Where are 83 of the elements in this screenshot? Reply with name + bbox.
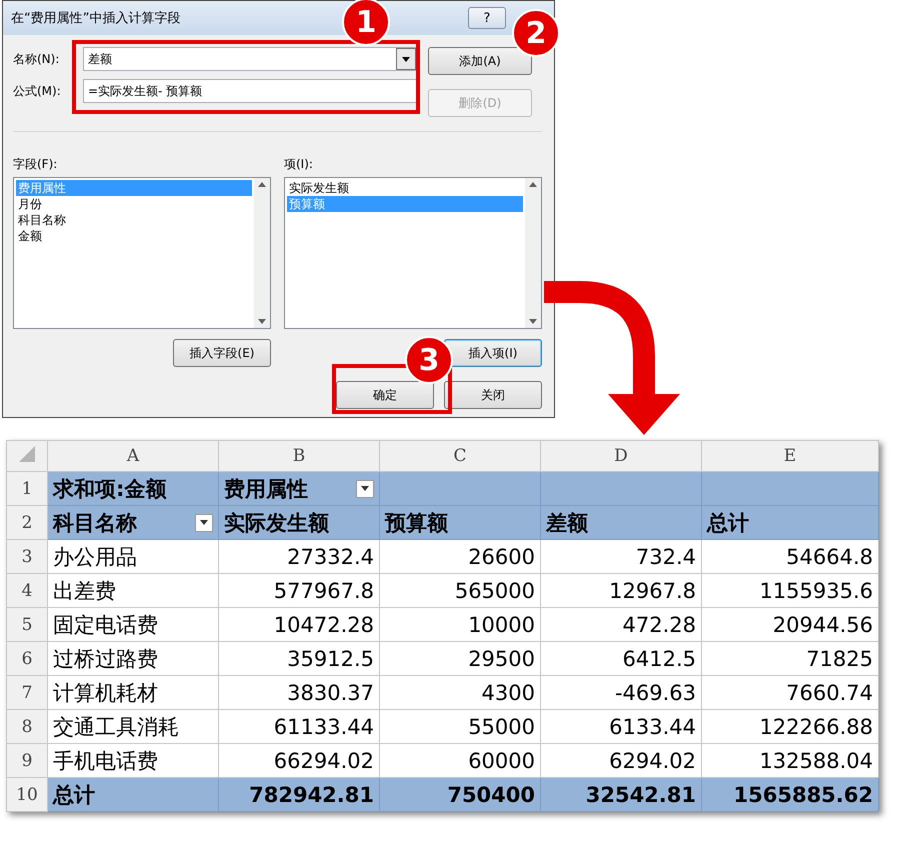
table-cell: 35912.5 bbox=[218, 642, 380, 676]
table-cell: 固定电话费 bbox=[48, 608, 218, 642]
table-cell: 过桥过路费 bbox=[48, 642, 218, 676]
formula-label: 公式(M): bbox=[13, 82, 62, 100]
table-cell: 577967.8 bbox=[218, 574, 380, 608]
list-item[interactable]: 月份 bbox=[16, 196, 252, 212]
table-cell: 472.28 bbox=[540, 608, 702, 642]
header-text: 科目名称 bbox=[53, 510, 137, 536]
scroll-up-arrow-icon[interactable] bbox=[529, 182, 537, 187]
row-header[interactable]: 6 bbox=[6, 642, 48, 676]
total-cell: 32542.81 bbox=[540, 778, 702, 812]
row-header[interactable]: 8 bbox=[6, 710, 48, 744]
row-header[interactable]: 9 bbox=[6, 744, 48, 778]
table-cell: 122266.88 bbox=[702, 710, 878, 744]
list-item[interactable]: 实际发生额 bbox=[287, 180, 523, 196]
row-header[interactable]: 5 bbox=[6, 608, 48, 642]
table-cell: 7660.74 bbox=[702, 676, 878, 710]
header-text: 求和项:金额 bbox=[53, 476, 166, 502]
column-header[interactable]: D bbox=[540, 440, 702, 472]
total-cell: 782942.81 bbox=[218, 778, 380, 812]
table-cell: 54664.8 bbox=[702, 540, 878, 574]
table-cell: 10472.28 bbox=[218, 608, 380, 642]
table-cell: 1155935.6 bbox=[702, 574, 878, 608]
help-button[interactable]: ? bbox=[468, 7, 506, 29]
total-cell: 总计 bbox=[48, 778, 218, 812]
column-header[interactable]: C bbox=[380, 440, 540, 472]
table-cell: 61133.44 bbox=[218, 710, 380, 744]
header-text: 实际发生额 bbox=[224, 510, 329, 536]
row-header[interactable]: 3 bbox=[6, 540, 48, 574]
table-cell: 3830.37 bbox=[218, 676, 380, 710]
table-cell: 6412.5 bbox=[540, 642, 702, 676]
scroll-down-arrow-icon[interactable] bbox=[258, 319, 266, 324]
table-cell: 20944.56 bbox=[702, 608, 878, 642]
list-item[interactable]: 金额 bbox=[16, 228, 252, 244]
insert-field-button[interactable]: 插入字段(E) bbox=[173, 339, 271, 367]
header-text: 总计 bbox=[707, 510, 749, 536]
header-text: 差额 bbox=[546, 510, 588, 536]
table-cell: 565000 bbox=[380, 574, 540, 608]
add-button[interactable]: 添加(A) bbox=[428, 47, 532, 75]
filter-dropdown-icon[interactable] bbox=[356, 480, 374, 498]
formula-field[interactable]: =实际发生额- 预算额 bbox=[83, 79, 418, 103]
table-cell: 12967.8 bbox=[540, 574, 702, 608]
header-text: 费用属性 bbox=[224, 476, 308, 502]
name-combo-field[interactable]: 差额 bbox=[83, 47, 418, 71]
dropdown-caret-icon[interactable] bbox=[396, 48, 416, 70]
window-title: 在“费用属性”中插入计算字段 bbox=[11, 10, 180, 27]
total-cell: 750400 bbox=[380, 778, 540, 812]
close-button[interactable]: 关闭 bbox=[444, 381, 542, 409]
table-cell: 10000 bbox=[380, 608, 540, 642]
table-cell: 出差费 bbox=[48, 574, 218, 608]
name-label: 名称(N): bbox=[13, 50, 60, 68]
ok-button[interactable]: 确定 bbox=[336, 381, 434, 409]
table-cell: 27332.4 bbox=[218, 540, 380, 574]
column-header[interactable]: E bbox=[702, 440, 878, 472]
table-cell: 交通工具消耗 bbox=[48, 710, 218, 744]
list-item[interactable]: 科目名称 bbox=[16, 212, 252, 228]
scroll-down-arrow-icon[interactable] bbox=[529, 319, 537, 324]
table-cell: 4300 bbox=[380, 676, 540, 710]
table-cell: -469.63 bbox=[540, 676, 702, 710]
table-cell: 71825 bbox=[702, 642, 878, 676]
header-text: 预算额 bbox=[385, 510, 448, 536]
table-cell: 办公用品 bbox=[48, 540, 218, 574]
table-cell: 6133.44 bbox=[540, 710, 702, 744]
scrollbar[interactable] bbox=[254, 178, 270, 328]
total-cell: 1565885.62 bbox=[702, 778, 878, 812]
table-cell: 732.4 bbox=[540, 540, 702, 574]
column-header[interactable]: B bbox=[218, 440, 380, 472]
table-cell: 55000 bbox=[380, 710, 540, 744]
items-label: 项(I): bbox=[284, 156, 314, 173]
row-header[interactable]: 2 bbox=[6, 506, 48, 540]
row-header[interactable]: 4 bbox=[6, 574, 48, 608]
table-cell: 26600 bbox=[380, 540, 540, 574]
row-header[interactable]: 7 bbox=[6, 676, 48, 710]
column-header[interactable]: A bbox=[48, 440, 218, 472]
scrollbar[interactable] bbox=[525, 178, 541, 328]
row-header[interactable]: 1 bbox=[6, 472, 48, 506]
table-cell: 计算机耗材 bbox=[48, 676, 218, 710]
table-cell: 29500 bbox=[380, 642, 540, 676]
scroll-up-arrow-icon[interactable] bbox=[258, 182, 266, 187]
filter-dropdown-icon[interactable] bbox=[195, 514, 213, 532]
insert-item-button[interactable]: 插入项(I) bbox=[444, 339, 542, 367]
row-header[interactable]: 10 bbox=[6, 778, 48, 812]
fields-label: 字段(F): bbox=[13, 156, 58, 173]
